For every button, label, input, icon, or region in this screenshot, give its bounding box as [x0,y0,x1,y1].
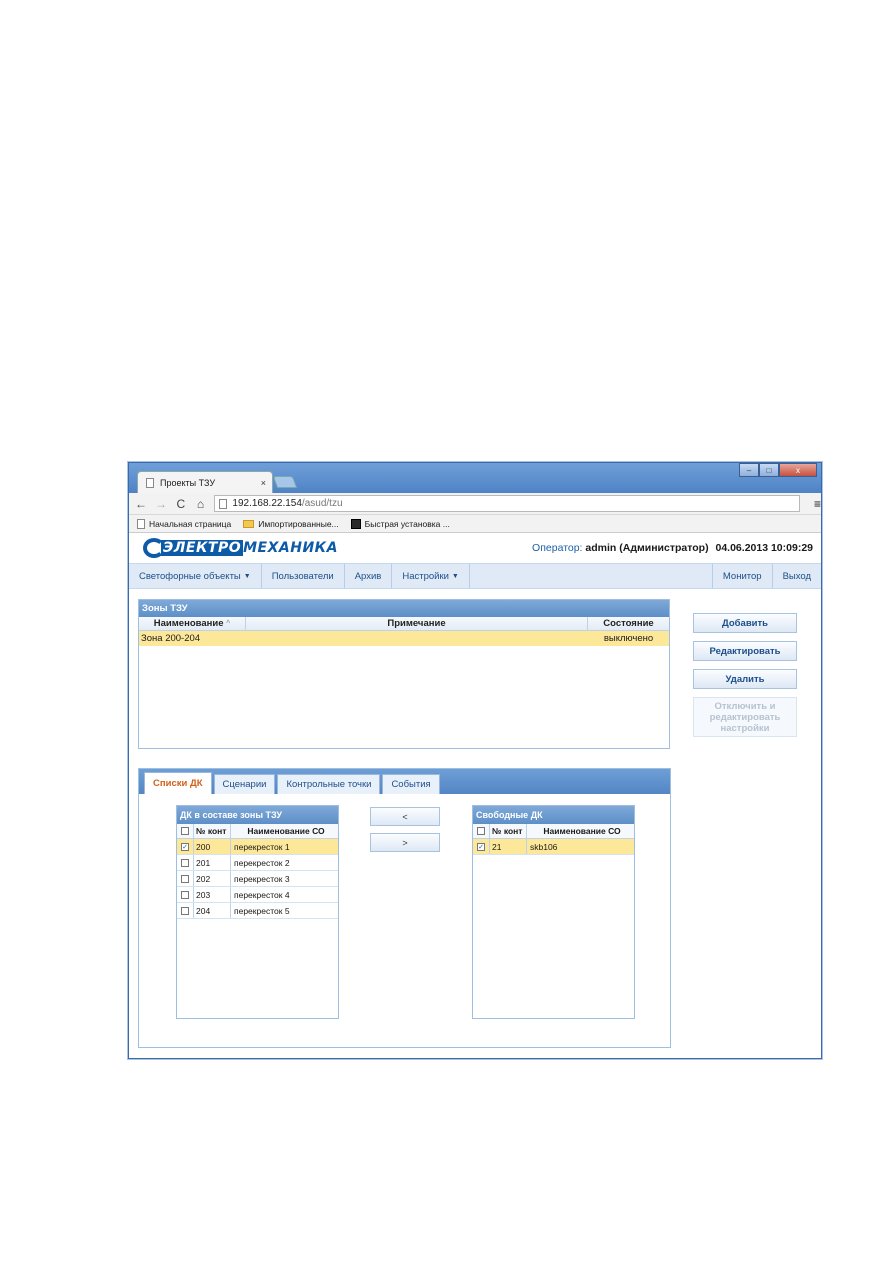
new-tab-button[interactable] [272,476,298,488]
table-row[interactable]: Зона 200-204 выключено [139,631,669,646]
chevron-down-icon: ▼ [243,572,251,580]
select-all-checkbox[interactable] [181,827,189,835]
column-header-state[interactable]: Состояние [588,617,669,630]
browser-menu-icon[interactable]: ≡ [814,497,821,511]
move-to-free-button[interactable]: > [370,833,440,852]
page-icon [219,498,228,509]
chevron-down-icon: ▼ [451,572,459,580]
action-buttons: Добавить Редактировать Удалить Отключить… [693,613,799,745]
disable-edit-button[interactable]: Отключить и редактировать настройки [693,697,797,737]
column-header-note[interactable]: Примечание [246,617,588,630]
move-to-zone-button[interactable]: < [370,807,440,826]
browser-tab[interactable]: Проекты ТЗУ × [137,471,273,493]
free-dk-list: Свободные ДК № конт Наименование СО ✓ 21… [472,805,635,1019]
nav-archive[interactable]: Архив [345,564,393,588]
select-all-checkbox[interactable] [477,827,485,835]
row-checkbox[interactable] [181,858,189,867]
operator-label: Оператор: [532,542,583,554]
zone-state: выключено [603,633,654,644]
row-checkbox[interactable] [181,890,189,899]
zones-grid-header: Наименование ^ Примечание Состояние [139,617,669,631]
row-checkbox[interactable] [181,906,189,915]
zone-dk-list: ДК в составе зоны ТЗУ № конт Наименовани… [176,805,339,1019]
details-panel: Списки ДК Сценарии Контрольные точки Соб… [138,768,671,1048]
tab-checkpoints[interactable]: Контрольные точки [277,774,381,794]
url-path: /asud/tzu [301,498,343,509]
tab-close-icon[interactable]: × [261,478,266,488]
nav-settings[interactable]: Настройки ▼ [392,564,470,588]
nav-monitor[interactable]: Монитор [713,564,773,588]
row-checkbox[interactable]: ✓ [181,842,189,851]
bookmark-item[interactable]: Быстрая установка ... [350,518,450,529]
browser-toolbar: ← → C ⌂ 192.168.22.154/asud/tzu ≡ [129,493,821,515]
nav-traffic-objects[interactable]: Светофорные объекты ▼ [129,564,262,588]
zones-panel-title: Зоны ТЗУ [139,600,669,617]
folder-icon [243,519,255,528]
operator-info: Оператор: admin (Администратор) 04.06.20… [532,542,813,554]
home-icon[interactable]: ⌂ [195,497,207,511]
bookmark-item[interactable]: Импортированные... [243,518,339,529]
reload-icon[interactable]: C [175,497,187,511]
edit-button[interactable]: Редактировать [693,641,797,661]
free-dk-list-title: Свободные ДК [473,806,634,824]
url-host: 192.168.22.154 [232,498,302,509]
tab-events[interactable]: События [382,774,440,794]
maximize-button[interactable]: □ [759,463,779,477]
list-item[interactable]: 201 перекресток 2 [177,855,338,871]
minimize-button[interactable]: – [739,463,759,477]
nav-logout[interactable]: Выход [773,564,821,588]
column-header-name[interactable]: Наименование ^ [139,617,246,630]
current-datetime: 04.06.2013 10:09:29 [715,542,814,554]
zone-dk-list-header: № конт Наименование СО [177,824,338,839]
nav-users[interactable]: Пользователи [262,564,345,588]
bookmarks-bar: Начальная страница Импортированные... Бы… [129,515,821,533]
bookmark-label: Быстрая установка ... [364,518,450,529]
column-header-number[interactable]: № конт [194,824,231,838]
row-checkbox[interactable]: ✓ [477,842,485,851]
list-item[interactable]: ✓ 21 skb106 [473,839,634,855]
delete-button[interactable]: Удалить [693,669,797,689]
tab-dk-lists[interactable]: Списки ДК [144,772,212,794]
list-item[interactable]: 204 перекресток 5 [177,903,338,919]
window-controls: – □ x [739,463,817,477]
app-header: ЭЛЕКТРО МЕХАНИКА Оператор: admin (Админис… [129,533,821,563]
zone-dk-list-title: ДК в составе зоны ТЗУ [177,806,338,824]
back-icon[interactable]: ← [135,497,147,511]
column-header-number[interactable]: № конт [490,824,527,838]
main-nav: Светофорные объекты ▼ Пользователи Архив … [129,563,821,589]
add-button[interactable]: Добавить [693,613,797,633]
zone-note [246,631,588,646]
column-header-co-name[interactable]: Наименование СО [231,824,338,838]
app-icon [350,518,361,529]
close-window-button[interactable]: x [779,463,817,477]
address-bar[interactable]: 192.168.22.154/asud/tzu [214,495,800,512]
browser-titlebar: Проекты ТЗУ × – □ x [129,463,821,493]
page-icon [137,518,145,529]
forward-icon[interactable]: → [155,497,167,511]
bookmark-label: Импортированные... [258,518,339,529]
list-item[interactable]: ✓ 200 перекресток 1 [177,839,338,855]
zones-panel: Зоны ТЗУ Наименование ^ Примечание Состо… [138,599,670,749]
page-icon [146,477,154,488]
company-logo: ЭЛЕКТРО МЕХАНИКА [143,538,338,558]
row-checkbox[interactable] [181,874,189,883]
bookmark-item[interactable]: Начальная страница [137,518,232,529]
browser-window: Проекты ТЗУ × – □ x ← → C ⌂ 192.168.22.1… [128,462,822,1059]
list-item[interactable]: 202 перекресток 3 [177,871,338,887]
operator-name: admin (Администратор) [585,542,709,554]
browser-tab-title: Проекты ТЗУ [160,477,216,488]
column-header-co-name[interactable]: Наименование СО [527,824,634,838]
zone-name: Зона 200-204 [141,633,201,644]
tab-bar: Списки ДК Сценарии Контрольные точки Соб… [139,769,670,794]
tab-scenarios[interactable]: Сценарии [213,774,276,794]
sort-asc-icon: ^ [226,620,231,627]
bookmark-label: Начальная страница [149,518,232,529]
free-dk-list-header: № конт Наименование СО [473,824,634,839]
list-item[interactable]: 203 перекресток 4 [177,887,338,903]
